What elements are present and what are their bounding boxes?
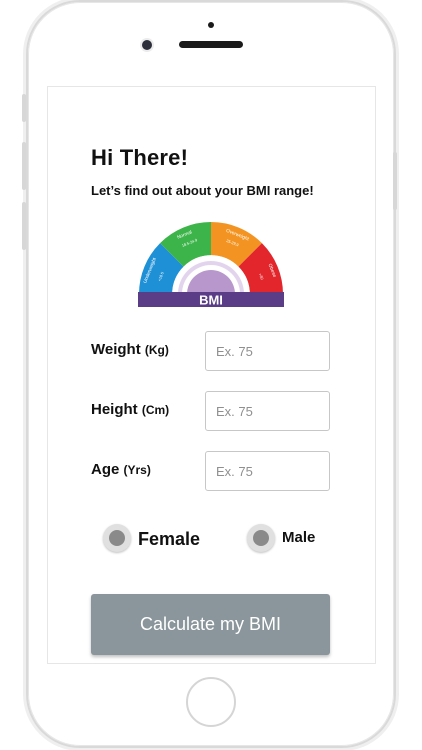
calculate-bmi-button[interactable]: Calculate my BMI [91,594,330,655]
height-label: Height (Cm) [91,401,169,418]
home-button[interactable] [186,677,236,727]
height-input[interactable] [205,391,330,431]
mute-switch [22,202,26,250]
age-label-text: Age [91,461,120,478]
volume-up-button [22,94,26,122]
height-unit: (Cm) [141,403,170,417]
female-radio-dot [109,530,125,546]
weight-label: Weight (Kg) [91,341,169,358]
female-radio[interactable] [103,524,131,552]
gender-selector: Female Male [48,524,377,558]
weight-unit: (Kg) [144,343,169,357]
volume-down-button [22,142,26,190]
height-label-text: Height [91,401,138,418]
male-label[interactable]: Male [282,529,315,546]
age-input[interactable] [205,451,330,491]
male-radio-dot [253,530,269,546]
weight-label-text: Weight [91,341,141,358]
male-radio[interactable] [247,524,275,552]
gauge-label: BMI [199,293,223,308]
female-label[interactable]: Female [138,529,200,550]
age-label: Age (Yrs) [91,461,151,478]
app-screen: Hi There! Let’s find out about your BMI … [47,86,376,664]
age-unit: (Yrs) [123,463,151,477]
power-button [393,152,397,210]
page-title: Hi There! [91,145,189,170]
page-subtitle: Let’s find out about your BMI range! [91,183,314,198]
front-camera [142,40,152,50]
proximity-sensor [208,22,214,28]
weight-input[interactable] [205,331,330,371]
earpiece-speaker [179,41,243,48]
bmi-gauge-illustration: BMI Underweight <18.5 Normal 18.5-24.9 O… [138,222,284,308]
